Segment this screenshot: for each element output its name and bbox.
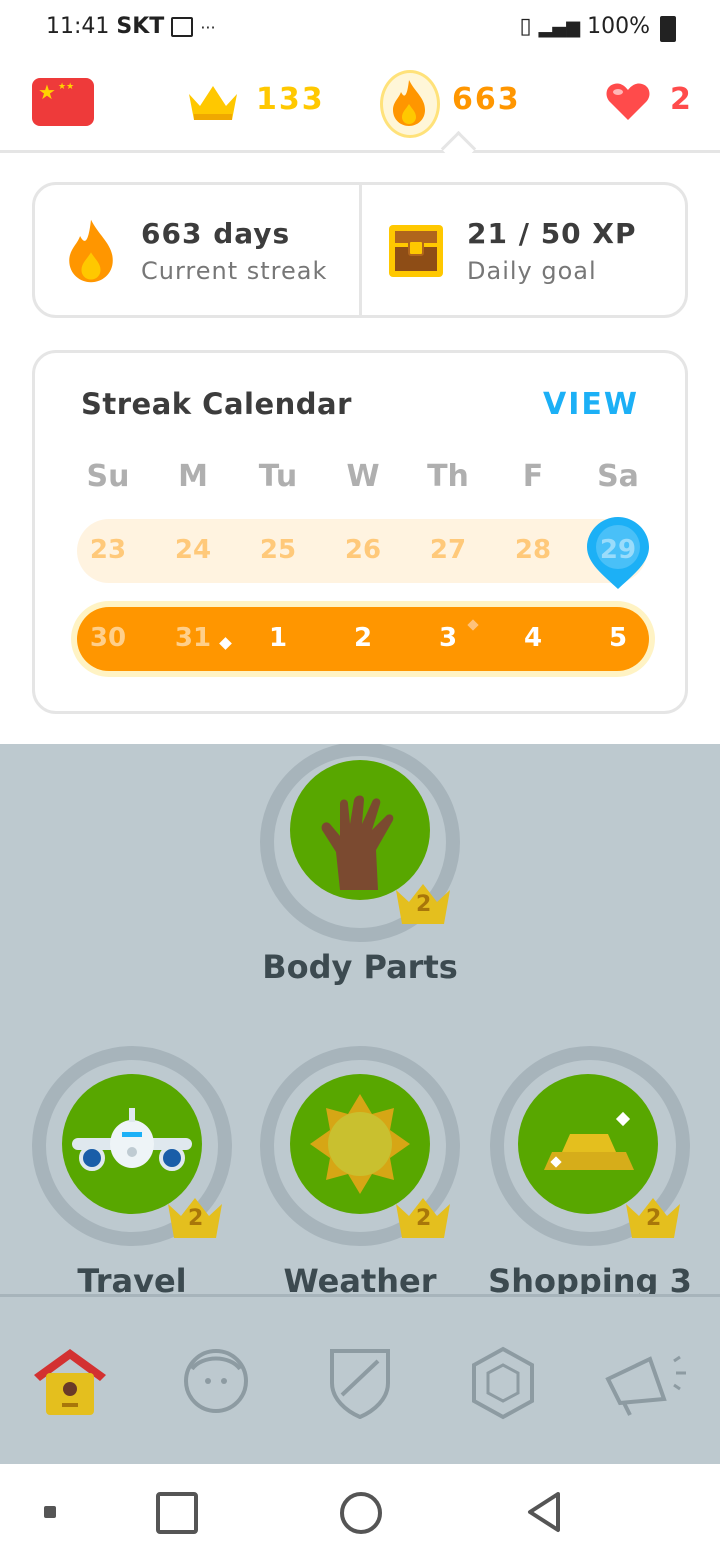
status-time: 11:41 SKT ··· bbox=[46, 14, 216, 39]
calendar-date: 1 bbox=[268, 623, 288, 653]
nav-recents-button[interactable] bbox=[156, 1492, 198, 1534]
weekday-label: Su bbox=[86, 459, 130, 494]
popover-arrow bbox=[440, 130, 477, 167]
hearts-count: 2 bbox=[670, 82, 693, 117]
skill-title: Travel bbox=[77, 1262, 187, 1294]
system-nav-bar bbox=[0, 1464, 720, 1560]
skill-crown-badge: 2 bbox=[394, 880, 452, 926]
top-stats-bar: ★ ★★ 133 663 2 bbox=[0, 56, 720, 167]
crowns-count: 133 bbox=[256, 82, 325, 117]
weekday-label: W bbox=[346, 459, 380, 494]
skill-title: Shopping 3 bbox=[488, 1262, 692, 1294]
calendar-week-dates: 23 24 25 26 27 28 29 bbox=[73, 517, 653, 589]
flame-icon bbox=[69, 219, 113, 283]
calendar-date: 26 bbox=[344, 535, 382, 565]
calendar-date: 27 bbox=[429, 535, 467, 565]
streak-calendar-card: Streak Calendar VIEW Su M Tu W Th F Sa 2… bbox=[32, 350, 688, 714]
weekday-label: Tu bbox=[258, 459, 298, 494]
gold-bars-icon bbox=[544, 1111, 634, 1170]
streak-count: 663 bbox=[452, 82, 521, 117]
calendar-date: 24 bbox=[174, 535, 212, 565]
calendar-date: 25 bbox=[259, 535, 297, 565]
calendar-date: 30 bbox=[89, 623, 127, 653]
hearts-button[interactable]: 2 bbox=[604, 82, 691, 126]
skill-body-parts-button[interactable] bbox=[290, 760, 430, 900]
battery-icon bbox=[660, 16, 676, 42]
daily-xp: 21 / 50 XP bbox=[467, 217, 637, 250]
weekday-label: M bbox=[178, 459, 208, 494]
calendar-date: 23 bbox=[89, 535, 127, 565]
news-megaphone-icon bbox=[605, 1355, 686, 1416]
profile-icon bbox=[184, 1349, 248, 1413]
calendar-view-link[interactable]: VIEW bbox=[543, 387, 639, 422]
skill-travel-button[interactable] bbox=[62, 1074, 202, 1214]
streak-days: 663 days bbox=[141, 217, 291, 250]
flag-star-icon: ★ bbox=[38, 80, 56, 104]
tab-shop[interactable] bbox=[468, 1345, 538, 1421]
nav-home-button[interactable] bbox=[340, 1492, 382, 1534]
daily-goal-label: Daily goal bbox=[467, 257, 597, 285]
gallery-icon bbox=[171, 17, 194, 37]
calendar-week-dates: 30 31 1 2 3 4 5 bbox=[73, 623, 653, 653]
calendar-date: 28 bbox=[514, 535, 552, 565]
calendar-title: Streak Calendar bbox=[81, 387, 352, 421]
tab-news[interactable] bbox=[600, 1347, 692, 1419]
skill-crown-badge: 2 bbox=[394, 1194, 452, 1240]
tab-profile[interactable] bbox=[174, 1345, 258, 1419]
nav-back-button[interactable] bbox=[524, 1490, 564, 1534]
skill-weather-button[interactable] bbox=[290, 1074, 430, 1214]
skill-tree: 2 Body Parts 2 Travel 2 Weather 2 Shoppi… bbox=[0, 744, 720, 1294]
crown-icon bbox=[189, 86, 237, 120]
tab-leagues[interactable] bbox=[326, 1347, 394, 1420]
signal-icon: ▂▄▆ bbox=[538, 17, 581, 38]
weekday-label: Th bbox=[427, 459, 469, 494]
league-shield-icon bbox=[330, 1349, 390, 1420]
card-divider bbox=[359, 185, 362, 315]
weekday-header-row: Su M Tu W Th F Sa bbox=[73, 459, 653, 494]
shop-gem-icon bbox=[472, 1346, 534, 1420]
tab-home[interactable] bbox=[30, 1345, 110, 1419]
skill-crown-badge: 2 bbox=[166, 1194, 224, 1240]
skill-crown-badge: 2 bbox=[624, 1194, 682, 1240]
status-bar: 11:41 SKT ··· ▯ ▂▄▆ 100% bbox=[0, 0, 720, 56]
status-right: ▯ ▂▄▆ 100% bbox=[519, 14, 650, 39]
more-icon: ··· bbox=[200, 18, 216, 37]
vibrate-icon: ▯ bbox=[519, 14, 532, 39]
flame-icon bbox=[393, 80, 425, 126]
airplane-icon bbox=[72, 1108, 192, 1171]
home-icon bbox=[34, 1349, 106, 1415]
calendar-date: 31 bbox=[174, 623, 212, 653]
bottom-tab-bar bbox=[0, 1294, 720, 1467]
skill-title: Weather bbox=[283, 1262, 437, 1294]
calendar-date: 2 bbox=[353, 623, 373, 653]
streak-days-label: Current streak bbox=[141, 257, 328, 285]
weekday-label: Sa bbox=[597, 459, 639, 494]
calendar-date-today: 29 bbox=[583, 517, 653, 589]
skill-title: Body Parts bbox=[262, 948, 458, 986]
hand-icon bbox=[321, 795, 394, 890]
streak-summary-card: 663 days Current streak 21 / 50 XP Daily… bbox=[32, 182, 688, 318]
language-flag-button[interactable]: ★ ★★ bbox=[32, 78, 94, 126]
sun-icon bbox=[310, 1094, 410, 1194]
nav-menu-button[interactable] bbox=[44, 1506, 56, 1518]
weekday-label: F bbox=[522, 459, 544, 494]
skill-shopping-button[interactable] bbox=[518, 1074, 658, 1214]
flag-small-star-icon: ★★ bbox=[58, 82, 75, 92]
heart-icon bbox=[606, 83, 650, 120]
treasure-chest-icon bbox=[389, 225, 443, 277]
calendar-date: 4 bbox=[523, 623, 543, 653]
calendar-date: 5 bbox=[608, 623, 628, 653]
